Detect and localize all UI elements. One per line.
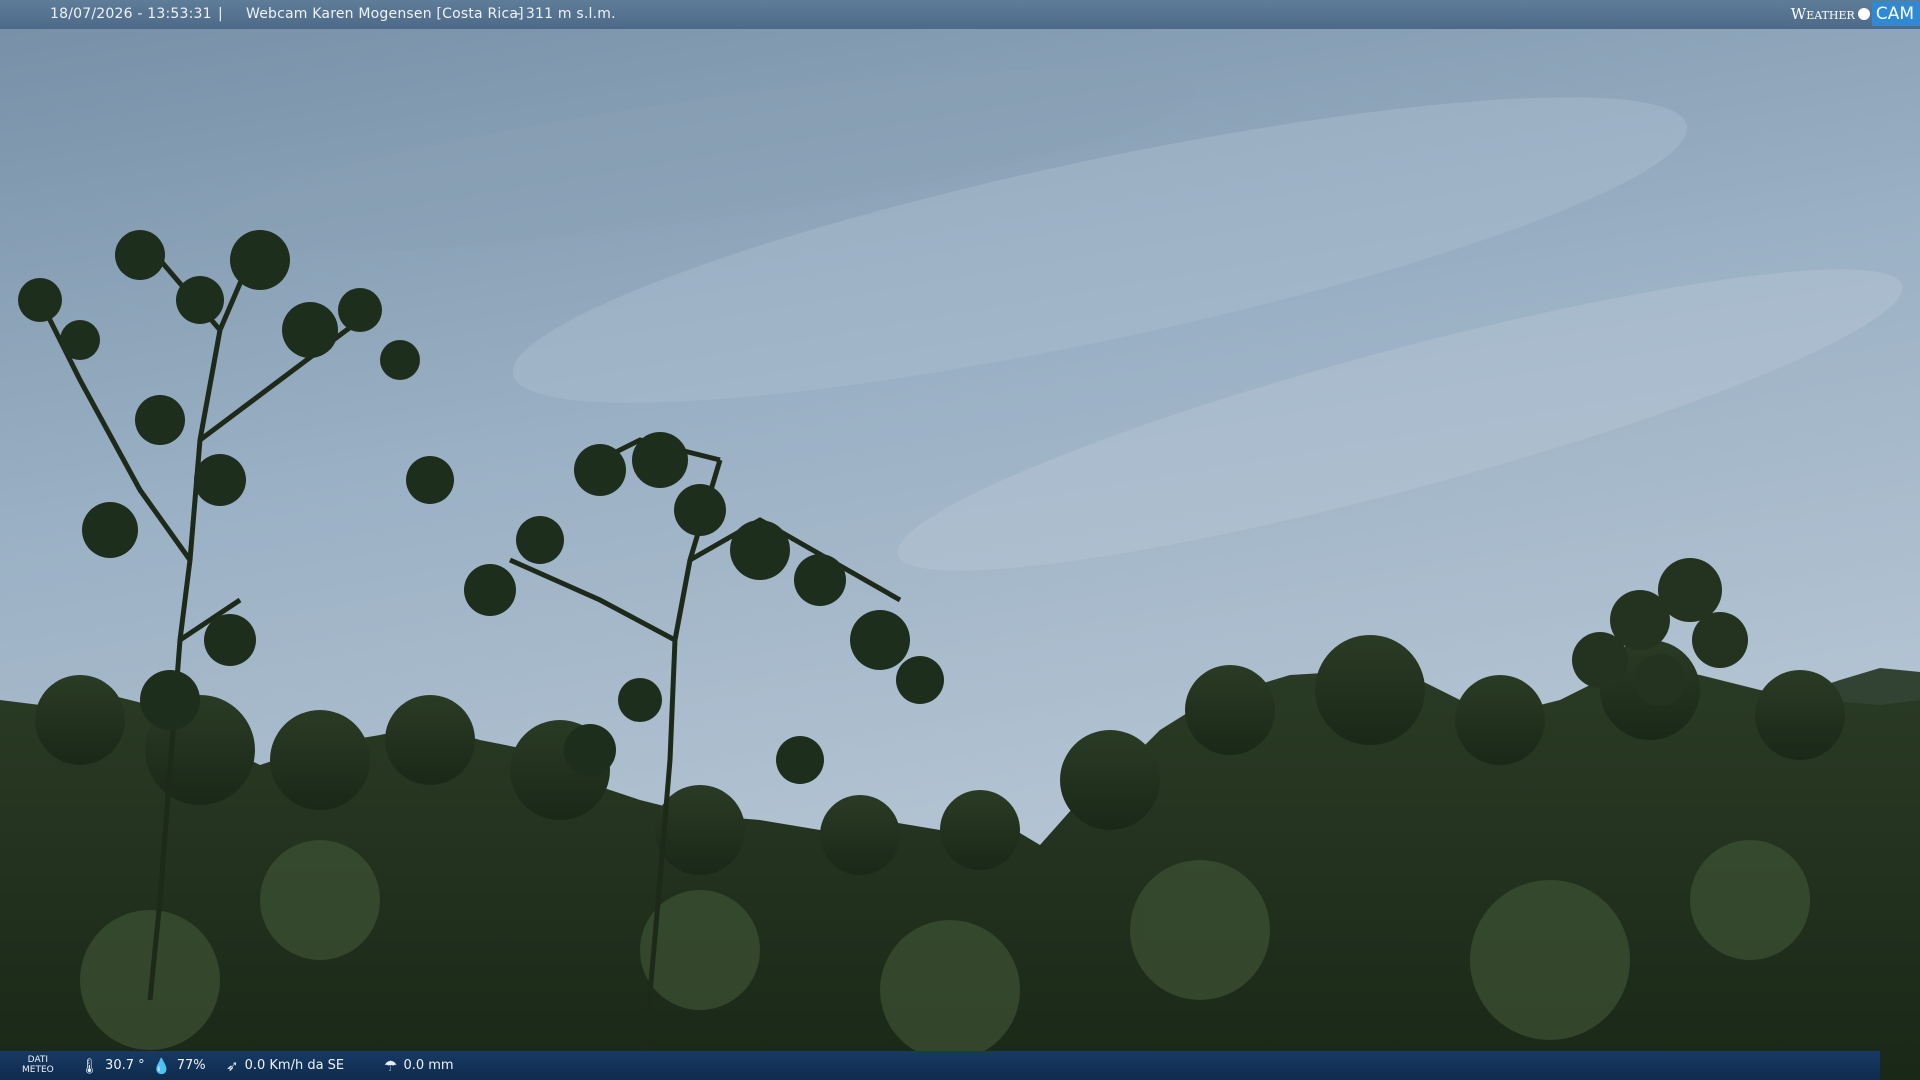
humidity-reading: 💧 77%: [152, 1051, 206, 1080]
weathercam-logo[interactable]: Weather CAM: [1791, 0, 1920, 27]
wind-reading: ➶ 0.0 Km/h da SE: [226, 1051, 344, 1080]
humidity-icon: 💧: [152, 1056, 171, 1075]
logo-dot-icon: [1857, 7, 1870, 20]
weather-data-label: DATI METEO: [22, 1055, 54, 1075]
logo-cam-text: CAM: [1871, 1, 1920, 26]
rain-value: 0.0 mm: [403, 1058, 454, 1073]
capture-datetime: 18/07/2026 - 13:53:31: [50, 6, 212, 22]
webcam-title: Webcam Karen Mogensen [Costa Rica]: [246, 6, 524, 22]
humidity-value: 77%: [176, 1058, 206, 1073]
logo-weather-text: Weather: [1790, 4, 1855, 23]
rain-reading: ☂ 0.0 mm: [384, 1051, 454, 1080]
webcam-landscape-image: [0, 0, 1920, 1080]
webcam-altitude: - 311 m s.l.m.: [516, 6, 616, 22]
wind-value: 0.0 Km/h da SE: [244, 1058, 345, 1073]
rain-icon: ☂: [384, 1056, 398, 1075]
weather-data-bar: DATI METEO 🌡 30.7 ° 💧 77% ➶ 0.0 Km/h da …: [0, 1051, 1880, 1080]
temperature-reading: 🌡 30.7 °: [80, 1051, 145, 1080]
wind-icon: ➶: [226, 1056, 239, 1075]
header-separator: |: [218, 6, 223, 22]
temperature-value: 30.7 °: [105, 1058, 145, 1073]
header-bar: 18/07/2026 - 13:53:31 | Webcam Karen Mog…: [0, 0, 1920, 29]
thermometer-icon: 🌡: [80, 1056, 100, 1075]
